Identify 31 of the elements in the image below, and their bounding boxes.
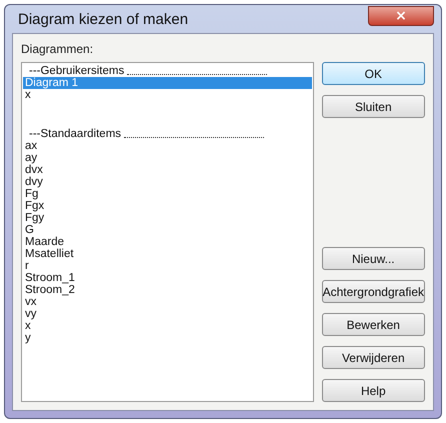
dialog-button[interactable]: Nieuw...: [322, 247, 425, 270]
list-item[interactable]: Stroom_1: [23, 272, 312, 284]
list-item[interactable]: ay: [23, 152, 312, 164]
dialog-button[interactable]: Achtergrondgrafiek: [322, 280, 425, 303]
list-item[interactable]: Msatelliet: [23, 248, 312, 260]
list-item[interactable]: y: [23, 332, 312, 344]
dialog-button[interactable]: Bewerken: [322, 313, 425, 336]
list-item[interactable]: G: [23, 224, 312, 236]
list-item[interactable]: vx: [23, 296, 312, 308]
list-item[interactable]: vy: [23, 308, 312, 320]
list-item[interactable]: Fgy: [23, 212, 312, 224]
list-item[interactable]: Maarde: [23, 236, 312, 248]
dialog-button[interactable]: Help: [322, 379, 425, 402]
list-item[interactable]: x: [23, 89, 312, 101]
list-item[interactable]: Fg: [23, 188, 312, 200]
list-label: Diagrammen:: [21, 42, 94, 56]
list-item[interactable]: Diagram 1: [23, 77, 312, 89]
window-title: Diagram kiezen of maken: [17, 10, 188, 28]
list-item[interactable]: Stroom_2: [23, 284, 312, 296]
list-item[interactable]: dvy: [23, 176, 312, 188]
list-item[interactable]: r: [23, 260, 312, 272]
diagram-list[interactable]: ---Gebruikersitems Diagram 1 x ---Standaarditems ax ay dvx dvy Fg Fgx Fgy G Maarde Msatelliet r Stroom_1 Stroom_2 vx vy x y: [21, 62, 314, 402]
list-item[interactable]: x: [23, 320, 312, 332]
list-item[interactable]: dvx: [23, 164, 312, 176]
group-header: ---Standaarditems: [29, 128, 122, 140]
group-header: ---Gebruikersitems: [29, 65, 124, 77]
dialog-button[interactable]: Sluiten: [322, 95, 425, 118]
dialog-button[interactable]: OK: [322, 62, 425, 85]
list-item[interactable]: Fgx: [23, 200, 312, 212]
list-item[interactable]: ax: [23, 140, 312, 152]
dialog-button[interactable]: Verwijderen: [322, 346, 425, 369]
